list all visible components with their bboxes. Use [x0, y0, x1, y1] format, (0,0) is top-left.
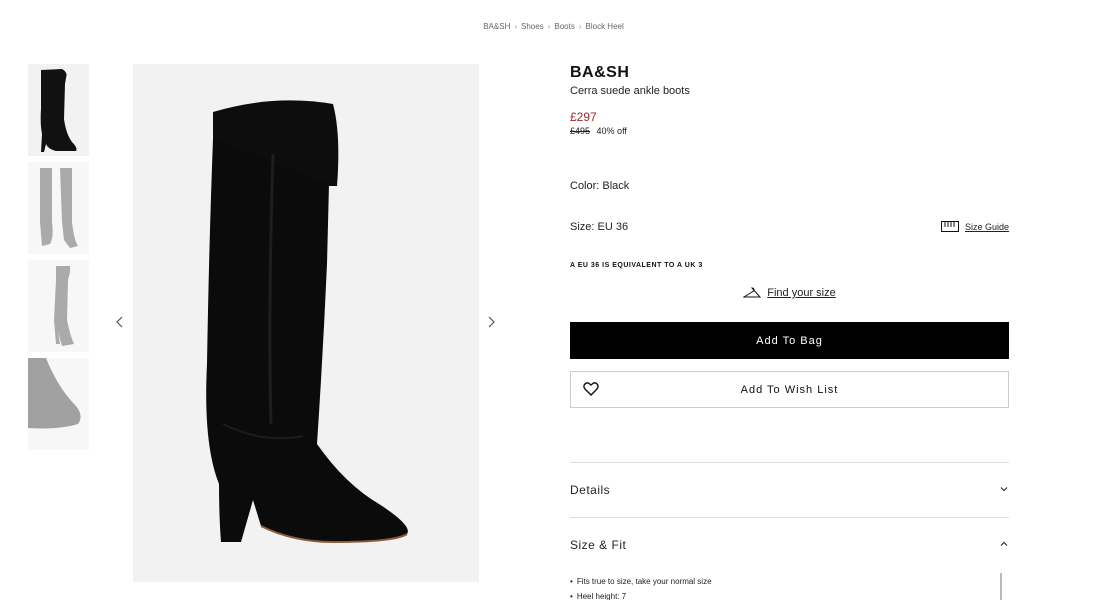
scrollbar[interactable] [1000, 573, 1002, 600]
product-brand[interactable]: BA&SH [570, 64, 1009, 82]
fit-bullet: Heel height: 7 [577, 589, 712, 600]
original-price: £495 [570, 126, 591, 136]
divider [570, 462, 1009, 463]
main-product-image[interactable] [133, 64, 479, 582]
chevron-up-icon [999, 539, 1009, 552]
breadcrumb-separator: › [578, 22, 582, 31]
size-equivalent-note: A EU 36 IS EQUIVALENT TO A UK 3 [570, 262, 703, 269]
breadcrumb-separator: › [547, 22, 551, 31]
price-row: £495 40% off [570, 126, 1009, 136]
find-your-size[interactable]: Find your size [570, 287, 1009, 299]
discount-label: 40% off [596, 126, 627, 136]
breadcrumb-brand[interactable]: BA&SH [483, 22, 510, 31]
breadcrumb: BA&SH › Shoes › Boots › Block Heel [0, 22, 1107, 31]
heart-icon [583, 382, 599, 396]
sale-price: £297 [570, 110, 597, 124]
add-to-wishlist-button[interactable]: Add To Wish List [570, 371, 1009, 408]
product-info: BA&SH Cerra suede ankle boots £297 £495 … [570, 64, 1009, 600]
size-guide[interactable]: Size Guide [940, 221, 1009, 232]
accordion-size-fit[interactable]: Size & Fit [570, 538, 1009, 552]
breadcrumb-boots[interactable]: Boots [554, 22, 574, 31]
thumbnail-4[interactable] [28, 358, 89, 450]
accordion-details-label: Details [570, 483, 611, 497]
color-label: Color: Black [570, 180, 630, 192]
add-to-bag-button[interactable]: Add To Bag [570, 322, 1009, 359]
thumbnail-list [28, 64, 90, 456]
accordion-size-fit-label: Size & Fit [570, 538, 627, 552]
ruler-icon [940, 221, 959, 232]
product-name: Cerra suede ankle boots [570, 85, 690, 97]
size-fit-details: Fits true to size, take your normal size… [577, 574, 712, 600]
size-guide-link[interactable]: Size Guide [965, 222, 1009, 232]
find-size-link[interactable]: Find your size [767, 287, 835, 299]
hanger-icon [743, 287, 762, 298]
thumbnail-3[interactable] [28, 260, 89, 352]
divider [570, 517, 1009, 518]
breadcrumb-separator: › [514, 22, 518, 31]
breadcrumb-shoes[interactable]: Shoes [521, 22, 544, 31]
accordion-details[interactable]: Details [570, 483, 1009, 497]
chevron-right-icon [488, 316, 495, 328]
next-image-button[interactable] [483, 314, 499, 330]
chevron-down-icon [999, 484, 1009, 497]
boot-image [206, 100, 408, 544]
fit-bullet: Fits true to size, take your normal size [577, 574, 712, 589]
previous-image-button[interactable] [112, 314, 128, 330]
size-label[interactable]: Size: EU 36 [570, 221, 628, 233]
add-to-wishlist-label: Add To Wish List [740, 383, 839, 396]
chevron-left-icon [116, 316, 123, 328]
thumbnail-1[interactable] [28, 64, 89, 156]
breadcrumb-current: Block Heel [585, 22, 624, 31]
thumbnail-2[interactable] [28, 162, 89, 254]
